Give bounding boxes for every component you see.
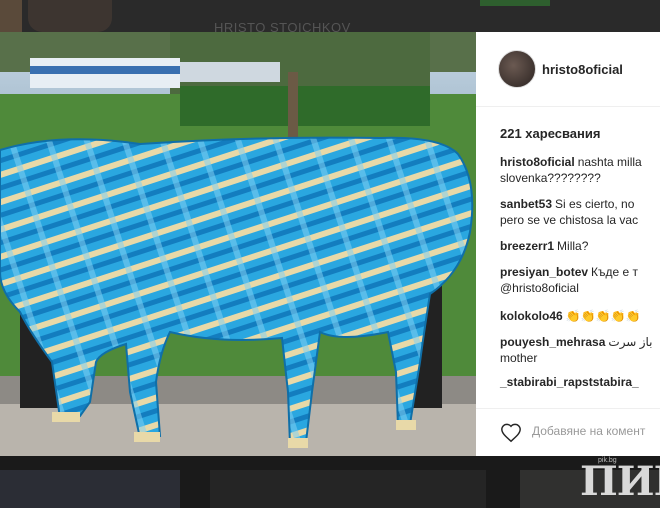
comment-text-continued: mother <box>500 351 538 365</box>
comment-username[interactable]: breezerr1 <box>500 239 554 253</box>
post-details-panel: hristo8oficial 221 харесвания hristo8ofi… <box>476 32 660 456</box>
background-thumbnail <box>0 470 180 508</box>
post-header: hristo8oficial <box>476 32 660 107</box>
comment-item: presiyan_botev Къде е т <box>500 264 638 280</box>
comment-text: ﺑﺎﺯ ﺳﺮﺕ <box>608 335 653 349</box>
watermark: ПИК pik.bg <box>578 454 660 505</box>
comment-text: Si es cierto, no <box>555 197 635 211</box>
comment-item: pouyesh_mehrasa ﺑﺎﺯ ﺳﺮﺕ <box>500 334 653 350</box>
comment-username[interactable]: _stabirabi_rapststabira_ <box>500 375 639 389</box>
background-grid <box>0 456 660 508</box>
heart-icon[interactable] <box>500 422 522 444</box>
background-thumbnail <box>0 0 22 32</box>
background-thumbnail <box>210 470 486 508</box>
comment-text: Къде е т <box>591 265 639 279</box>
add-comment-input[interactable]: Добавяне на комент <box>532 424 645 438</box>
post-photo[interactable] <box>0 32 476 456</box>
comment-username[interactable]: pouyesh_mehrasa <box>500 335 605 349</box>
avatar[interactable] <box>498 50 536 88</box>
comment-item: kolokolo46 👏👏👏👏👏 <box>500 308 640 324</box>
post-actions: Добавяне на комент <box>476 408 660 456</box>
comment-item: _stabirabi_rapststabira_ <box>500 374 642 390</box>
comment-username[interactable]: hristo8oficial <box>500 155 575 169</box>
comment-text: nashta milla <box>577 155 642 169</box>
comment-item: breezerr1 Milla? <box>500 238 588 254</box>
likes-count[interactable]: 221 харесвания <box>500 126 600 141</box>
watermark-logo: ПИК <box>580 458 660 505</box>
comment-text-continued: pero se ve chistosa la vac <box>500 213 639 227</box>
background-follow-button <box>480 0 550 6</box>
comment-item: hristo8oficial nashta milla <box>500 154 642 170</box>
comment-text: Milla? <box>557 239 589 253</box>
comment-username[interactable]: sanbet53 <box>500 197 552 211</box>
watermark-site: pik.bg <box>598 457 617 464</box>
background-header: HRISTO STOICHKOV <box>0 0 660 35</box>
comment-mention-link[interactable]: @hristo8oficial <box>500 280 579 296</box>
comment-text: 👏👏👏👏👏 <box>565 309 641 323</box>
comment-item: sanbet53 Si es cierto, no <box>500 196 634 212</box>
post-username[interactable]: hristo8oficial <box>542 62 623 77</box>
background-profile-image <box>28 0 112 32</box>
comment-text-continued: slovenka???????? <box>500 171 601 185</box>
comment-username[interactable]: presiyan_botev <box>500 265 588 279</box>
comment-username[interactable]: kolokolo46 <box>500 309 563 323</box>
